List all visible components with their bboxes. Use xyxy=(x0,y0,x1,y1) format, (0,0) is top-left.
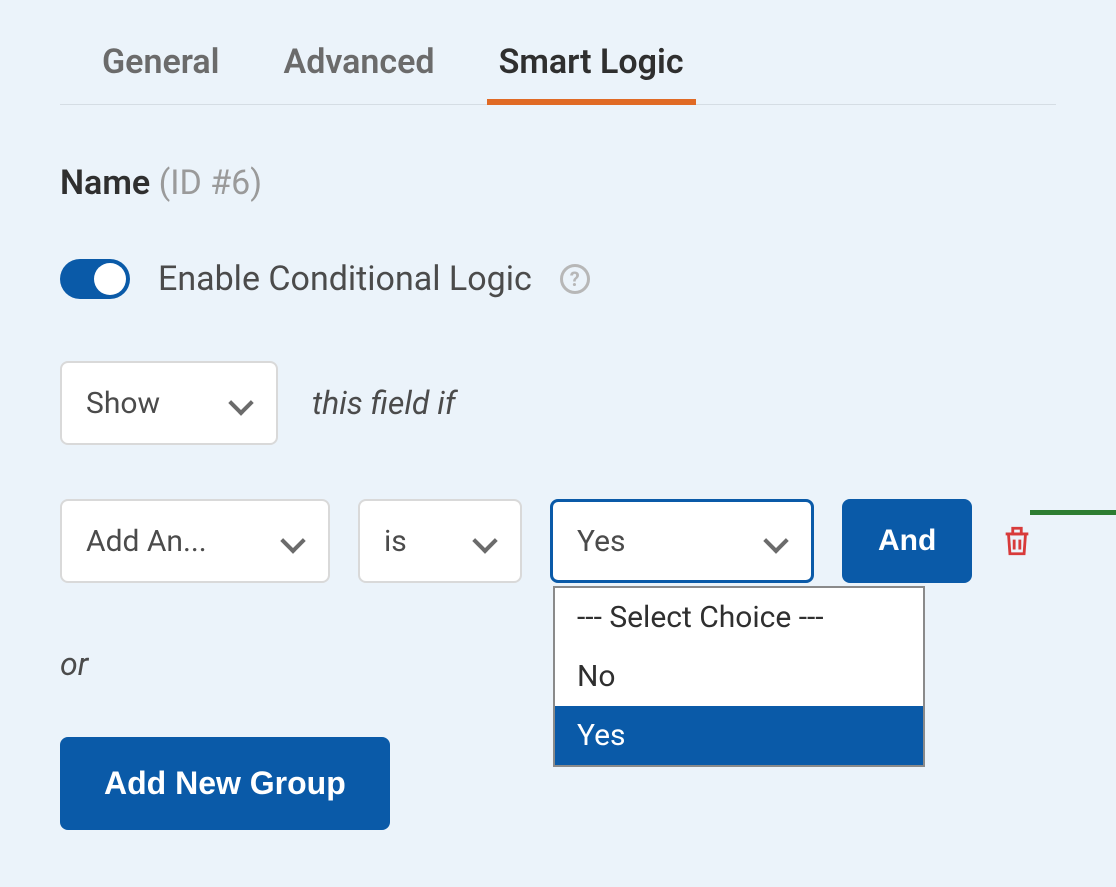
dropdown-placeholder[interactable]: --- Select Choice --- xyxy=(555,588,923,647)
field-name-label: Name xyxy=(60,163,150,203)
rule-operator-value: is xyxy=(384,524,407,559)
help-icon[interactable]: ? xyxy=(560,264,590,294)
rule-value-dropdown: --- Select Choice --- No Yes xyxy=(553,586,925,767)
action-select[interactable]: Show xyxy=(60,361,278,445)
dropdown-option-yes[interactable]: Yes xyxy=(555,706,923,765)
rule-field-select[interactable]: Add An... xyxy=(60,499,330,583)
add-new-group-button[interactable]: Add New Group xyxy=(60,737,390,830)
tab-smart-logic[interactable]: Smart Logic xyxy=(491,30,692,104)
chevron-down-icon xyxy=(474,530,496,552)
rule-field-value: Add An... xyxy=(86,524,207,559)
action-select-value: Show xyxy=(86,386,160,421)
enable-conditional-toggle[interactable] xyxy=(60,259,130,299)
rule-row: Add An... is Yes --- Select Choice --- N… xyxy=(60,499,1056,583)
enable-conditional-label: Enable Conditional Logic xyxy=(158,259,532,299)
rule-operator-select[interactable]: is xyxy=(358,499,522,583)
rule-value-select[interactable]: Yes --- Select Choice --- No Yes xyxy=(550,499,814,583)
chevron-down-icon xyxy=(765,530,787,552)
toggle-knob xyxy=(94,263,126,295)
rule-value-value: Yes xyxy=(577,524,625,559)
tab-advanced[interactable]: Advanced xyxy=(276,30,443,104)
field-title: Name (ID #6) xyxy=(60,163,1056,203)
action-hint: this field if xyxy=(312,384,456,422)
field-id-label: (ID #6) xyxy=(159,163,263,203)
smart-logic-panel: General Advanced Smart Logic Name (ID #6… xyxy=(0,0,1116,870)
settings-tabs: General Advanced Smart Logic xyxy=(60,0,1056,105)
chevron-down-icon xyxy=(282,530,304,552)
chevron-down-icon xyxy=(230,392,252,414)
and-button[interactable]: And xyxy=(842,499,972,583)
dropdown-option-no[interactable]: No xyxy=(555,647,923,706)
enable-conditional-row: Enable Conditional Logic ? xyxy=(60,259,1056,299)
action-row: Show this field if xyxy=(60,361,1056,445)
tab-general[interactable]: General xyxy=(94,30,228,104)
trash-icon[interactable] xyxy=(1000,522,1034,560)
